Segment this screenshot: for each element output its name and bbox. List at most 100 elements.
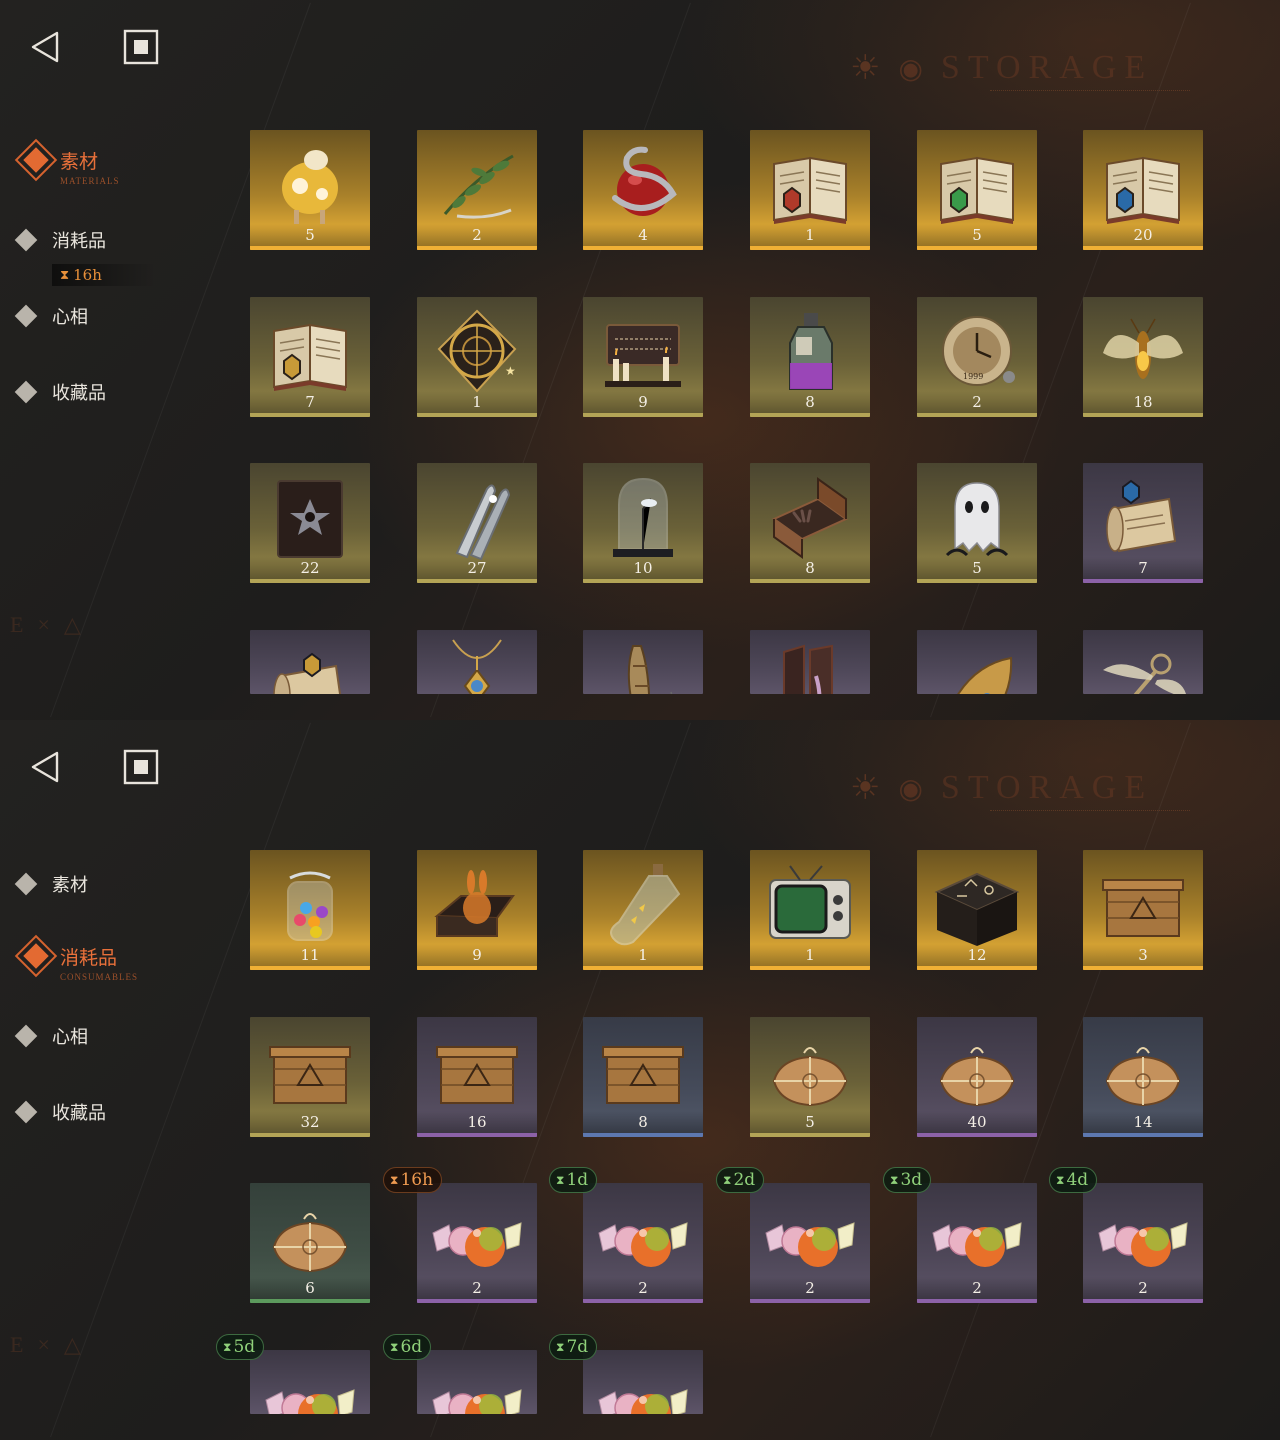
item-slot-astrolabe[interactable]: ★ 1 (417, 297, 537, 417)
item-grid: 11 9 1 1 12 3 32 16 8 5 40 14 6 2 ⧗ 16h 2 ⧗ 1d 2 ⧗ 2d 2 ⧗ 3d 2 ⧗ 4d… (216, 850, 1204, 1414)
expiry-badge: ⧗ 4d (1049, 1167, 1098, 1193)
item-slot-yellow-lamb[interactable]: 5 (250, 130, 370, 250)
item-slot-blue-gem-book[interactable]: 20 (1083, 130, 1203, 250)
item-slot-purple-crate[interactable]: 16 (417, 1017, 537, 1137)
item-count: 1 (583, 944, 703, 966)
item-slot-television[interactable]: 1 (750, 850, 870, 970)
item-slot-olive-wreath[interactable]: 2 (417, 130, 537, 250)
rarity-bar (917, 579, 1037, 583)
item-slot-ghost[interactable]: 5 (917, 463, 1037, 583)
ouija-board-icon (593, 303, 693, 395)
blue-gem-book-icon (1093, 136, 1193, 228)
rarity-bar (250, 966, 370, 970)
square-home-icon (123, 29, 159, 65)
hourglass-icon: ⧗ (556, 1339, 565, 1354)
tab-collectibles[interactable]: 收藏品 (14, 372, 106, 412)
rarity-bar (583, 1133, 703, 1137)
item-slot-hand-chest[interactable]: 8 (750, 463, 870, 583)
tab-materials[interactable]: 素材 (14, 864, 88, 904)
item-slot-candy[interactable]: 2 (750, 1183, 870, 1303)
item-slot-olive-crate[interactable]: 32 (250, 1017, 370, 1137)
item-slot-rune-chest[interactable]: 12 (917, 850, 1037, 970)
item-slot-apple-snake[interactable]: 4 (583, 130, 703, 250)
tab-consumables[interactable]: 消耗品 CONSUMABLES (14, 934, 137, 982)
rarity-bar (250, 579, 370, 583)
item-slot-silver-bullets[interactable]: 27 (417, 463, 537, 583)
home-button[interactable] (122, 28, 160, 66)
television-icon (760, 856, 860, 948)
rarity-bar (417, 579, 537, 583)
tab-visage-label: 心相 (52, 1027, 88, 1048)
item-slot-candy[interactable] (250, 1350, 370, 1414)
back-button[interactable] (26, 28, 64, 66)
item-count: 5 (917, 224, 1037, 246)
gold-gem-book-icon (260, 303, 360, 395)
item-slot-pocket-watch[interactable]: 1999 2 (917, 297, 1037, 417)
home-button[interactable] (122, 748, 160, 786)
item-slot-moth[interactable]: 18 (1083, 297, 1203, 417)
expiry-text: 7d (566, 1337, 589, 1357)
item-slot-gold-gem-book[interactable]: 7 (250, 297, 370, 417)
item-slot-blue-parcel[interactable]: 14 (1083, 1017, 1203, 1137)
item-slot-blue-crate[interactable]: 8 (583, 1017, 703, 1137)
green-gem-book-icon (927, 136, 1027, 228)
rarity-bar (917, 246, 1037, 250)
tab-collectibles[interactable]: 收藏品 (14, 1092, 106, 1132)
tab-consumables[interactable]: 消耗品 (14, 220, 106, 260)
hourglass-icon: ⧗ (60, 267, 70, 283)
item-slot-candy[interactable]: 2 (583, 1183, 703, 1303)
expiry-badge: ⧗ 6d (383, 1334, 432, 1360)
tab-visage[interactable]: 心相 (14, 296, 88, 336)
item-slot-green-gem-book[interactable]: 5 (917, 130, 1037, 250)
item-slot-horn[interactable] (583, 630, 703, 694)
item-count: 11 (250, 944, 370, 966)
item-slot-candy[interactable]: 2 (1083, 1183, 1203, 1303)
purple-parcel-icon (927, 1023, 1027, 1115)
item-slot-clockwork-shell[interactable] (917, 630, 1037, 694)
diamond-icon (14, 1100, 38, 1124)
corner-decor: E×△ (10, 612, 95, 637)
expiry-text: 16h (400, 1170, 434, 1190)
item-slot-message-bottle[interactable]: 1 (583, 850, 703, 970)
eye-icon: ◉ (898, 771, 923, 805)
expiry-badge: ⧗ 16h (383, 1167, 443, 1193)
item-slot-glass-dome[interactable]: 10 (583, 463, 703, 583)
item-slot-case[interactable] (750, 630, 870, 694)
item-slot-green-parcel[interactable]: 6 (250, 1183, 370, 1303)
square-home-icon (123, 749, 159, 785)
item-slot-candy[interactable] (583, 1350, 703, 1414)
green-parcel-icon (260, 1189, 360, 1281)
clockwork-shell-icon (927, 636, 1027, 694)
rarity-bar (583, 966, 703, 970)
item-slot-dark-tome[interactable]: 22 (250, 463, 370, 583)
item-slot-candy[interactable]: 2 (917, 1183, 1037, 1303)
hourglass-icon: ⧗ (223, 1339, 232, 1354)
item-slot-candy[interactable]: 2 (417, 1183, 537, 1303)
storage-title: STORAGE (940, 769, 1154, 806)
olive-wreath-icon (427, 136, 527, 228)
tab-materials[interactable]: 素材 MATERIALS (14, 138, 119, 186)
rarity-bar (750, 579, 870, 583)
item-slot-rabbit-box[interactable]: 9 (417, 850, 537, 970)
item-slot-candy-jar[interactable]: 11 (250, 850, 370, 970)
rarity-bar (1083, 413, 1203, 417)
item-count: 32 (250, 1111, 370, 1133)
olive-crate-icon (260, 1023, 360, 1115)
item-slot-amulet[interactable] (417, 630, 537, 694)
item-slot-olive-parcel[interactable]: 5 (750, 1017, 870, 1137)
item-count: 40 (917, 1111, 1037, 1133)
item-slot-purple-parcel[interactable]: 40 (917, 1017, 1037, 1137)
item-slot-gold-crate[interactable]: 3 (1083, 850, 1203, 970)
item-slot-gold-scroll[interactable] (250, 630, 370, 694)
hourglass-icon: ⧗ (556, 1172, 565, 1187)
amulet-icon (427, 636, 527, 694)
item-slot-potion-bottle[interactable]: 8 (750, 297, 870, 417)
item-slot-winged-key[interactable] (1083, 630, 1203, 694)
item-slot-blue-scroll[interactable]: 7 (1083, 463, 1203, 583)
item-slot-ouija-board[interactable]: 9 (583, 297, 703, 417)
item-count: 9 (417, 944, 537, 966)
tab-visage[interactable]: 心相 (14, 1016, 88, 1056)
back-button[interactable] (26, 748, 64, 786)
item-slot-candy[interactable] (417, 1350, 537, 1414)
item-slot-red-gem-book[interactable]: 1 (750, 130, 870, 250)
